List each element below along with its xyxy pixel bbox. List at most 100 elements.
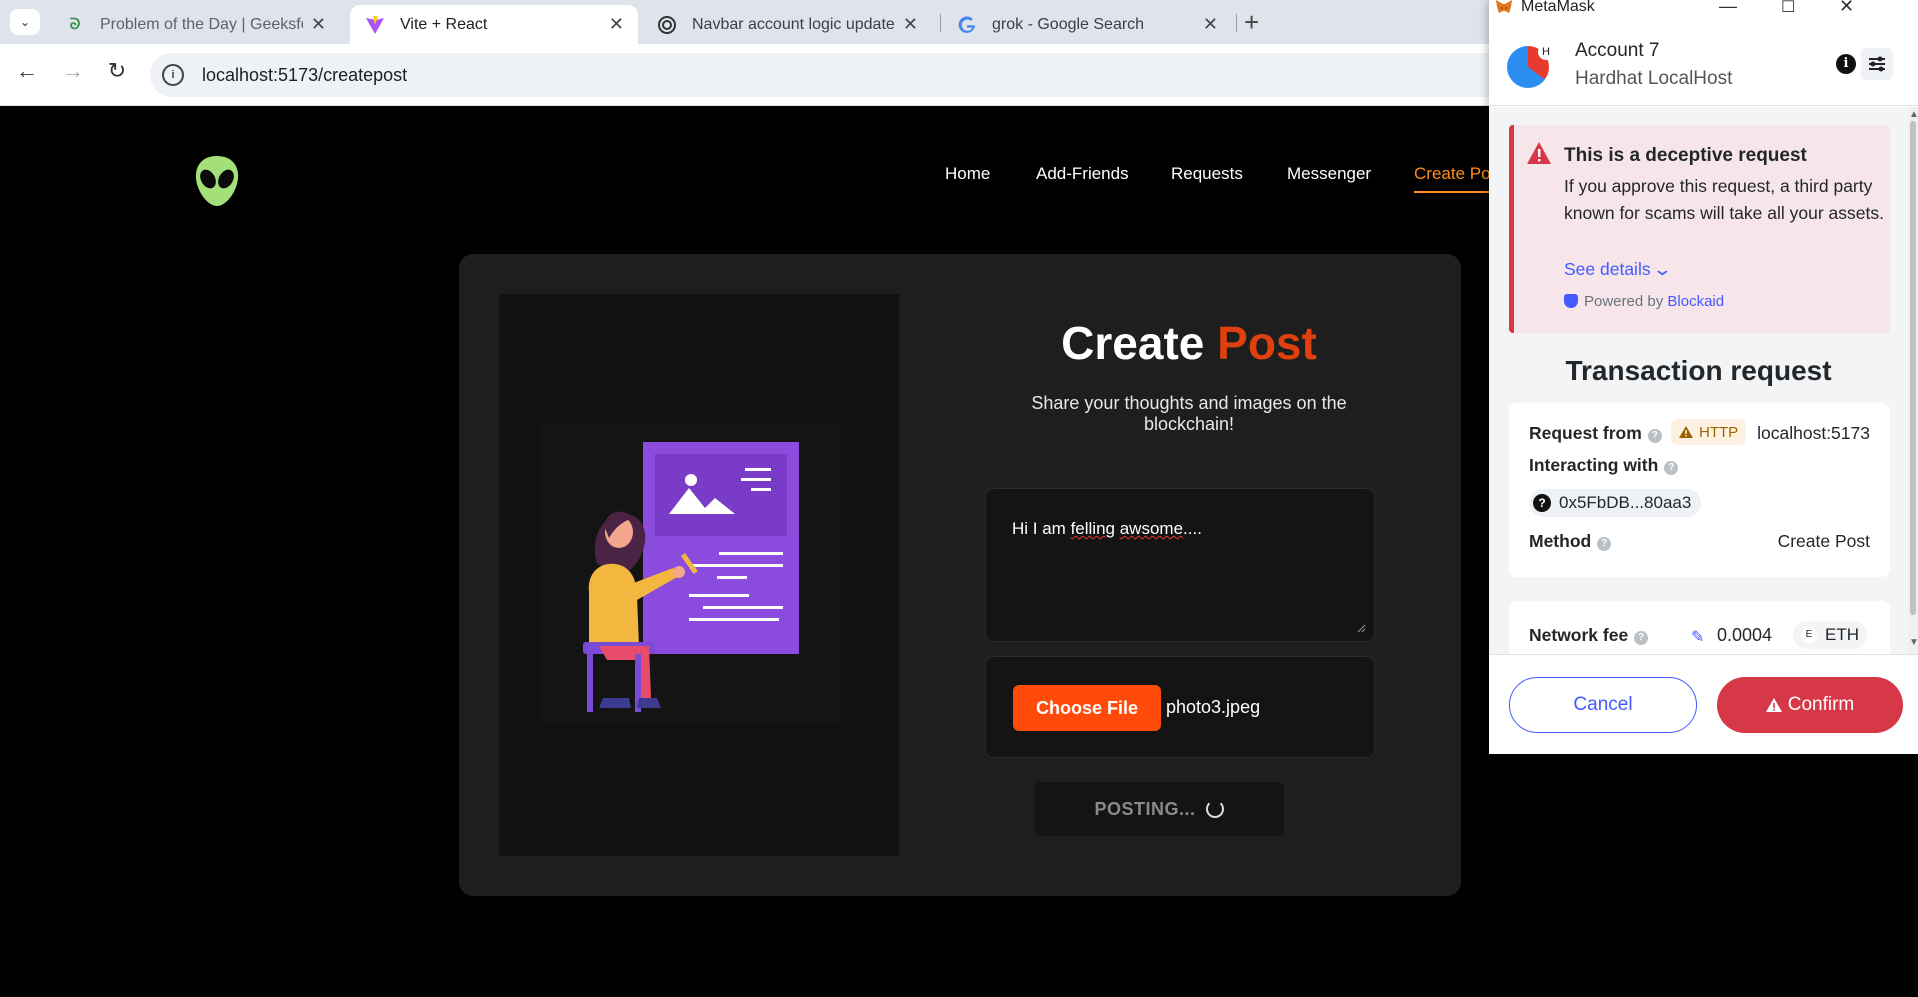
illustration-panel	[499, 294, 899, 856]
contract-address-chip[interactable]: ? 0x5FbDB...80aa3	[1529, 489, 1702, 517]
metamask-footer: Cancel Confirm	[1489, 654, 1918, 754]
create-post-card: Create Post Share your thoughts and imag…	[459, 254, 1461, 896]
close-icon[interactable]: ✕	[609, 14, 624, 35]
geeksforgeeks-icon: ᘐ	[69, 16, 81, 33]
close-icon[interactable]: ✕	[903, 14, 918, 35]
chevron-down-icon: ⌄	[1652, 259, 1674, 279]
page-title: Create Post	[959, 316, 1419, 370]
help-icon[interactable]: ?	[1664, 461, 1679, 475]
alert-title: This is a deceptive request	[1564, 145, 1807, 166]
network-fee-label: Network fee?	[1529, 625, 1649, 646]
tab-vite-react[interactable]: Vite + React ✕	[350, 5, 638, 44]
post-content-value: Hi I am felling awsome....	[1012, 519, 1202, 538]
title-main: Create	[1061, 317, 1205, 369]
page-subtitle: Share your thoughts and images on the bl…	[1031, 393, 1347, 434]
submit-label: POSTING...	[1094, 798, 1196, 819]
cancel-button[interactable]: Cancel	[1509, 677, 1697, 733]
url-text: localhost:5173/createpost	[202, 64, 408, 85]
chatgpt-icon	[656, 14, 678, 36]
metamask-fox-icon	[1496, 0, 1512, 13]
tab-title: Problem of the Day | GeeksforG	[100, 15, 303, 33]
forward-icon[interactable]: →	[58, 58, 88, 84]
submit-post-button[interactable]: POSTING...	[1034, 782, 1284, 836]
see-details-link[interactable]: See details ⌄	[1564, 259, 1673, 280]
tab-chatgpt[interactable]: Navbar account logic update ✕	[642, 5, 932, 44]
shield-icon	[1564, 294, 1578, 308]
scrollbar[interactable]: ▲ ▼	[1908, 107, 1918, 654]
transaction-title: Transaction request	[1565, 355, 1832, 386]
network-fee-section: Network fee? ✎ 0.0004 E ETH	[1509, 601, 1890, 654]
scroll-up-icon[interactable]: ▲	[1909, 109, 1918, 120]
method-value: Create Post	[1777, 531, 1870, 551]
tab-divider	[940, 14, 941, 32]
chevron-down-icon: ⌄	[19, 15, 31, 29]
nav-messenger[interactable]: Messenger	[1287, 164, 1371, 184]
maximize-icon[interactable]: ☐	[1781, 0, 1795, 17]
metamask-window-title: MetaMask	[1521, 0, 1595, 15]
url-input[interactable]: i localhost:5173/createpost	[150, 53, 1550, 97]
blockaid-link[interactable]: Blockaid	[1667, 293, 1724, 310]
spinner-icon	[1205, 800, 1224, 818]
resize-handle-icon[interactable]	[1356, 623, 1366, 633]
close-icon[interactable]: ✕	[1839, 0, 1854, 17]
tab-divider	[1236, 14, 1237, 32]
eth-icon: E	[1801, 627, 1817, 643]
info-icon[interactable]: i	[1836, 54, 1856, 74]
new-tab-button[interactable]: +	[1244, 7, 1259, 38]
tab-title: Vite + React	[400, 15, 488, 33]
nav-home[interactable]: Home	[945, 164, 990, 184]
currency-chip: E ETH	[1793, 621, 1867, 649]
method-label: Method?	[1529, 531, 1612, 552]
tab-title: Navbar account logic update	[692, 15, 895, 33]
edit-fee-icon[interactable]: ✎	[1691, 627, 1704, 647]
site-info-icon[interactable]: i	[162, 64, 184, 86]
transaction-scroll-area[interactable]: This is a deceptive request If you appro…	[1489, 107, 1908, 654]
metamask-titlebar: MetaMask — ☐ ✕	[1489, 0, 1918, 16]
scroll-down-icon[interactable]: ▼	[1909, 637, 1918, 648]
post-content-textarea[interactable]: Hi I am felling awsome....	[985, 488, 1375, 642]
interacting-with-label: Interacting with?	[1529, 455, 1679, 476]
warning-icon	[1765, 698, 1782, 712]
help-icon[interactable]: ?	[1597, 537, 1612, 551]
metamask-header: H Account 7 Hardhat LocalHost i	[1489, 16, 1918, 106]
scrollbar-thumb[interactable]	[1910, 121, 1916, 615]
choose-file-button[interactable]: Choose File	[1013, 685, 1161, 731]
reload-icon[interactable]: ↻	[102, 58, 132, 84]
woman-painting-illustration	[583, 442, 799, 712]
vite-icon	[364, 14, 386, 36]
back-icon[interactable]: ←	[12, 58, 42, 84]
unknown-contract-icon: ?	[1533, 494, 1551, 512]
network-name: Hardhat LocalHost	[1575, 68, 1733, 89]
danger-warning-icon	[1527, 142, 1551, 164]
tab-geeksforgeeks[interactable]: ᘐ Problem of the Day | GeeksforG ✕	[50, 5, 340, 44]
file-upload-field: Choose File photo3.jpeg	[985, 656, 1375, 758]
nav-add-friends[interactable]: Add-Friends	[1036, 164, 1129, 184]
tab-title: grok - Google Search	[992, 15, 1145, 33]
selected-file-name: photo3.jpeg	[1166, 697, 1261, 717]
settings-sliders-icon[interactable]	[1861, 48, 1893, 80]
fee-amount: 0.0004	[1717, 625, 1773, 645]
nav-active-indicator	[1414, 191, 1494, 193]
deceptive-request-alert: This is a deceptive request If you appro…	[1509, 125, 1890, 333]
alert-body: If you approve this request, a third par…	[1564, 176, 1884, 223]
google-icon	[956, 14, 978, 36]
confirm-button[interactable]: Confirm	[1717, 677, 1903, 733]
illustration-frame	[539, 424, 839, 724]
close-icon[interactable]: ✕	[1203, 14, 1218, 35]
http-warning-badge[interactable]: HTTP	[1671, 419, 1747, 445]
help-icon[interactable]: ?	[1647, 429, 1662, 443]
metamask-popup: MetaMask — ☐ ✕ H Account 7 Hardhat Local…	[1489, 0, 1918, 754]
close-icon[interactable]: ✕	[311, 14, 326, 35]
request-from-value: localhost:5173	[1757, 423, 1870, 443]
warning-icon	[1679, 426, 1693, 438]
network-badge: H	[1538, 44, 1554, 60]
nav-requests[interactable]: Requests	[1171, 164, 1243, 184]
tab-search-button[interactable]: ⌄	[10, 9, 40, 35]
request-from-label: Request from?	[1529, 423, 1662, 444]
help-icon[interactable]: ?	[1634, 631, 1649, 645]
tab-google[interactable]: grok - Google Search ✕	[942, 5, 1232, 44]
alien-logo-icon[interactable]	[194, 154, 240, 208]
title-accent: Post	[1217, 317, 1317, 369]
minimize-icon[interactable]: —	[1719, 0, 1737, 17]
transaction-details: Request from? HTTP localhost:5173 Intera…	[1509, 403, 1890, 577]
